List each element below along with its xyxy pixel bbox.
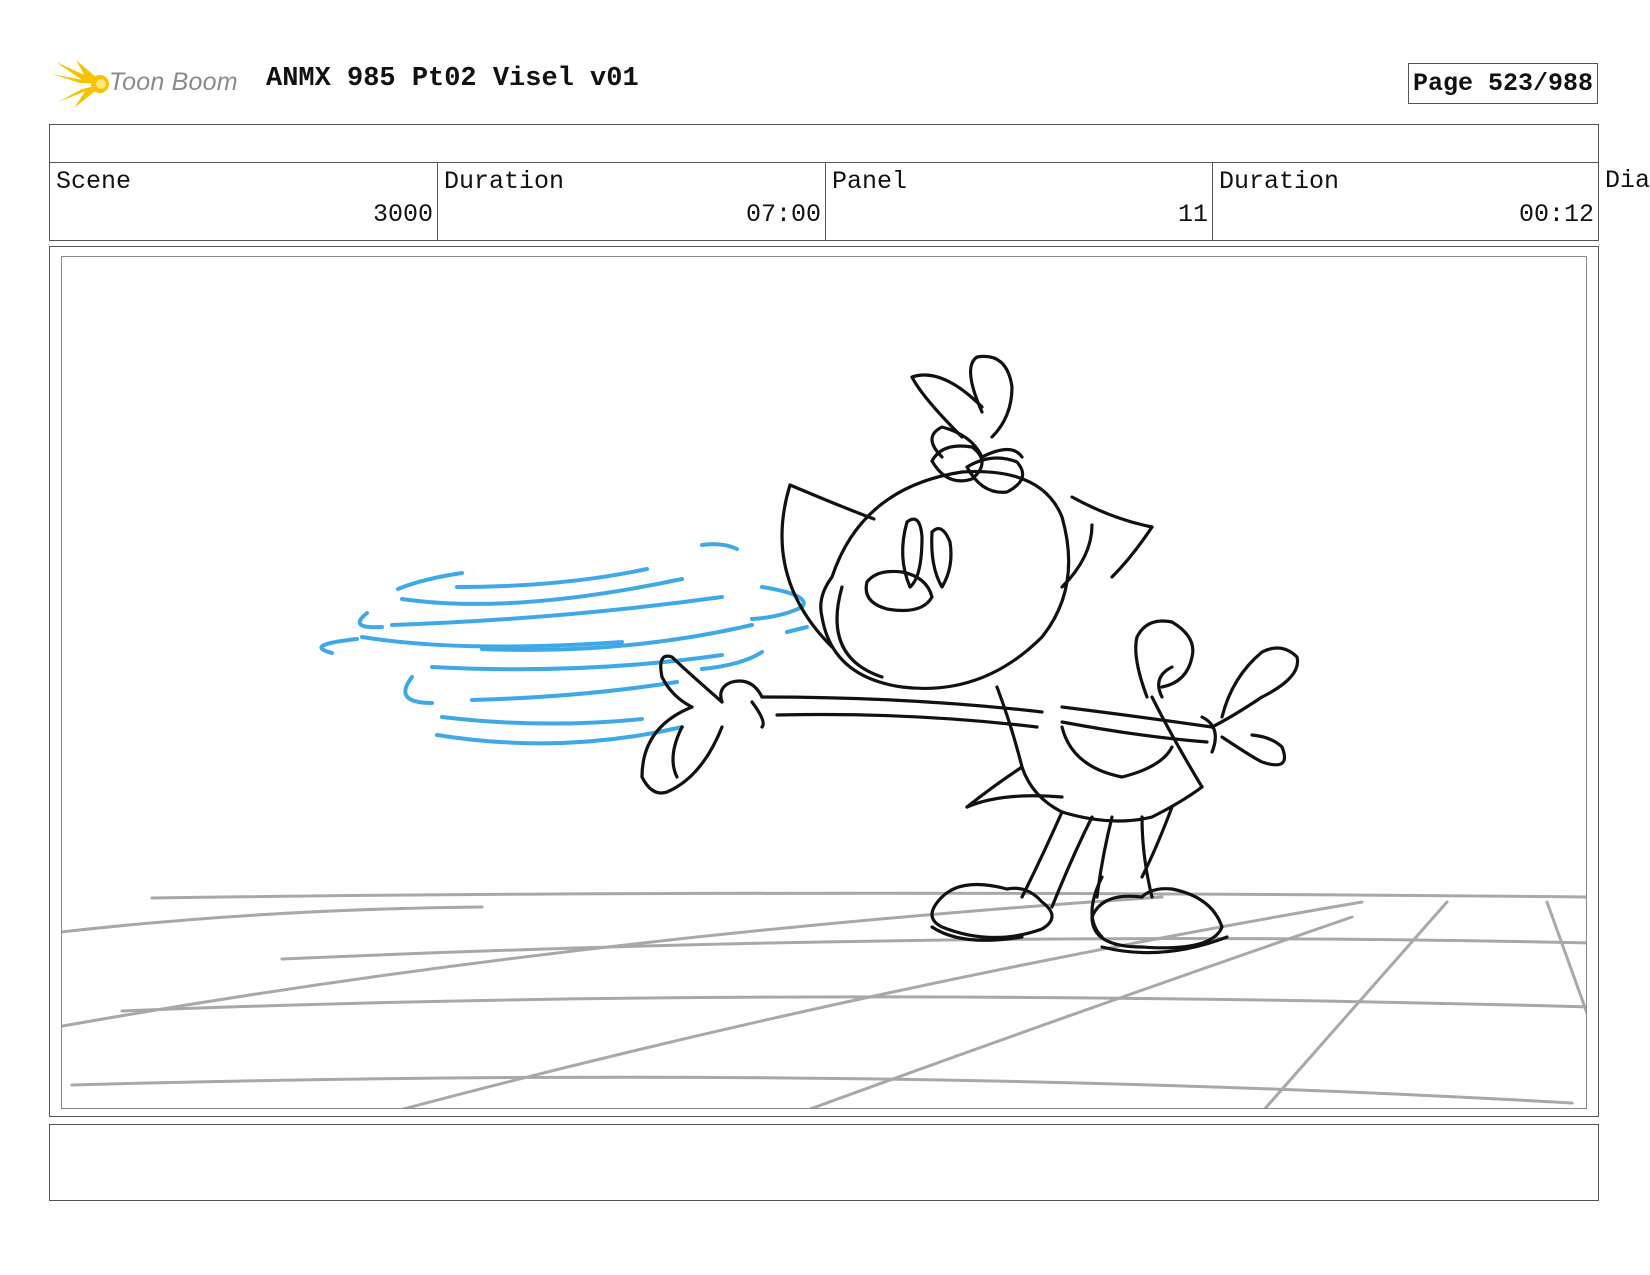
page-indicator: Page 523/988 [1408, 63, 1598, 104]
scene-duration-cell: Duration 07:00 [437, 163, 825, 240]
wind-swirl [319, 542, 809, 746]
scene-label: Scene [56, 167, 132, 196]
panel-duration-cell: Duration 00:12 [1212, 163, 1598, 240]
storyboard-sketch [62, 354, 1586, 1108]
starburst-icon [52, 60, 109, 108]
panel-label: Panel [832, 167, 908, 196]
dialog-label: Dia [1605, 166, 1650, 195]
scene-duration-value: 07:00 [745, 200, 821, 229]
scene-value: 3000 [372, 200, 433, 229]
scene-duration-label: Duration [444, 167, 565, 196]
floor-grid [62, 891, 1586, 1108]
panel-info-row: Scene 3000 Duration 07:00 Panel 11 Durat… [49, 162, 1599, 241]
panel-duration-label: Duration [1219, 167, 1340, 196]
character-sketch [640, 354, 1300, 955]
storyboard-panel-image [61, 256, 1587, 1109]
panel-cell: Panel 11 [825, 163, 1212, 240]
panel-duration-value: 00:12 [1518, 200, 1594, 229]
panel-value: 11 [1177, 200, 1208, 229]
toon-boom-logo: Toon Boom [52, 58, 252, 110]
document-title: ANMX 985 Pt02 Visel v01 [266, 64, 639, 94]
dialog-notes-box [49, 1124, 1599, 1201]
header-strip [49, 124, 1599, 163]
scene-cell: Scene 3000 [50, 163, 437, 240]
logo-text: Toon Boom [109, 68, 238, 96]
